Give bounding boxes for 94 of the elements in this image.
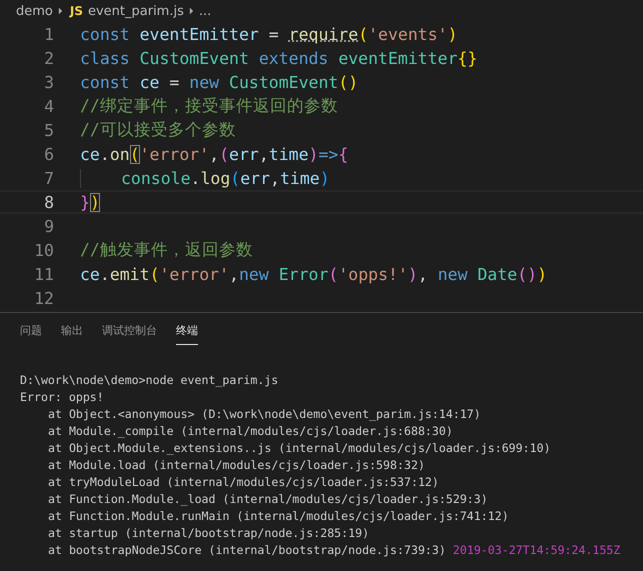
code-token: eventEmitter [338, 48, 458, 68]
code-token: Error [278, 264, 328, 284]
code-token: = [168, 72, 180, 92]
line-number: 2 [43, 48, 54, 68]
code-token: 'error' [160, 264, 230, 284]
code-token: 'events' [368, 24, 448, 44]
terminal-line: at Function.Module._load (internal/modules/cjs/loader.js:529:3) [47, 492, 488, 508]
breadcrumb-more[interactable]: ... [198, 4, 212, 18]
code-comment: //绑定事件，接受事件返回的参数 [80, 95, 338, 117]
code-token: ( [328, 264, 338, 284]
code-token: => [318, 144, 338, 164]
code-token: err [240, 168, 270, 188]
code-token: emit [110, 264, 150, 284]
code-token: , [258, 144, 269, 164]
chevron-right-icon [188, 7, 194, 15]
code-token: err [229, 144, 259, 164]
breadcrumb-folder[interactable]: demo [16, 4, 53, 18]
code-token: ) [320, 168, 330, 188]
terminal-line: at Function.Module.runMain (internal/modules/cjs/loader.js:741:12) [47, 509, 509, 525]
terminal-line: at tryModuleLoad (internal/modules/cjs/loader.js:537:12) [47, 475, 439, 491]
code-token: , [209, 144, 220, 164]
code-token: , [229, 264, 239, 284]
code-token: ( [219, 144, 230, 164]
code-token: CustomEvent [229, 72, 338, 92]
code-token: console [121, 168, 191, 188]
code-token: ce [140, 72, 160, 92]
terminal-line: at startup (internal/bootstrap/node.js:285:19) [47, 526, 370, 542]
panel-tab[interactable]: 调试控制台 [102, 323, 157, 345]
line-number: 7 [43, 168, 54, 188]
js-file-icon: JS [70, 4, 83, 18]
code-token: new [238, 264, 270, 284]
breadcrumb-file[interactable]: event_parim.js [88, 4, 184, 18]
code-token: Date [477, 264, 518, 284]
terminal-timestamp: 2019-03-27T14:59:24.155Z [452, 543, 620, 559]
code-token: 'opps!' [338, 264, 408, 284]
code-token: , [418, 264, 429, 284]
code-token: , [270, 168, 280, 188]
code-token: class [80, 48, 131, 68]
terminal-line: at Object.Module._extensions..js (internal/modules/cjs/loader.js:699:10) [47, 441, 551, 457]
code-token: on [110, 144, 130, 164]
code-token: CustomEvent [140, 48, 250, 68]
terminal-line: at Module.load (internal/modules/cjs/loader.js:598:32) [47, 458, 425, 474]
line-number: 9 [43, 216, 54, 236]
code-comment: //可以接受多个参数 [80, 119, 236, 141]
line-number: 5 [43, 120, 54, 140]
code-token: require [288, 24, 358, 44]
code-token: ) [308, 144, 318, 164]
code-token: . [100, 264, 110, 284]
line-number: 12 [33, 288, 54, 308]
terminal-line: D:\work\node\demo>node event_parim.js [20, 373, 278, 389]
terminal-line: at bootstrapNodeJSCore (internal/bootstrap/node.js:739:3) [47, 543, 446, 559]
code-token: ) [448, 24, 458, 44]
code-token: new [438, 264, 469, 284]
code-token: const [80, 24, 131, 44]
line-number: 10 [33, 240, 54, 260]
code-token: ( [130, 144, 140, 164]
code-token: . [190, 168, 200, 188]
line-number: 8 [43, 192, 54, 212]
code-token: . [100, 144, 110, 164]
code-token: ce [80, 144, 100, 164]
code-token: () [517, 264, 538, 284]
line-number: 3 [43, 72, 54, 92]
code-token: ce [80, 264, 100, 284]
terminal-line: Error: opps! [20, 390, 104, 406]
code-token: time [280, 168, 320, 188]
code-token: ( [358, 24, 368, 44]
line-number: 11 [33, 264, 54, 284]
line-number: 1 [43, 24, 54, 44]
code-token: = [268, 24, 280, 44]
code-token: } [80, 192, 90, 212]
code-token: 'error' [140, 144, 210, 164]
code-token: const [80, 72, 131, 92]
code-token: extends [258, 48, 330, 68]
code-token: log [200, 168, 230, 188]
line-number: 4 [43, 96, 54, 116]
panel-tab[interactable]: 问题 [20, 323, 42, 345]
panel-tab[interactable]: 输出 [61, 323, 83, 345]
code-token: {} [458, 48, 478, 68]
code-comment: //触发事件，返回参数 [80, 239, 253, 261]
code-token: ) [408, 264, 418, 284]
code-token: ) [537, 264, 548, 284]
code-token: ( [230, 168, 240, 188]
code-token: ) [90, 192, 100, 212]
code-token: ( [150, 264, 160, 284]
terminal-line: at Module._compile (internal/modules/cjs/loader.js:688:30) [47, 424, 453, 440]
code-token: { [338, 144, 348, 164]
code-token: time [268, 144, 309, 164]
code-token: new [189, 72, 220, 92]
terminal-line: at Object.<anonymous> (D:\work\node\demo\event_parim.js:14:17) [47, 407, 481, 423]
line-number: 6 [43, 144, 54, 164]
code-token: () [338, 72, 358, 92]
code-token: eventEmitter [140, 24, 259, 44]
chevron-right-icon [58, 7, 63, 15]
panel-tab[interactable]: 终端 [176, 323, 198, 345]
